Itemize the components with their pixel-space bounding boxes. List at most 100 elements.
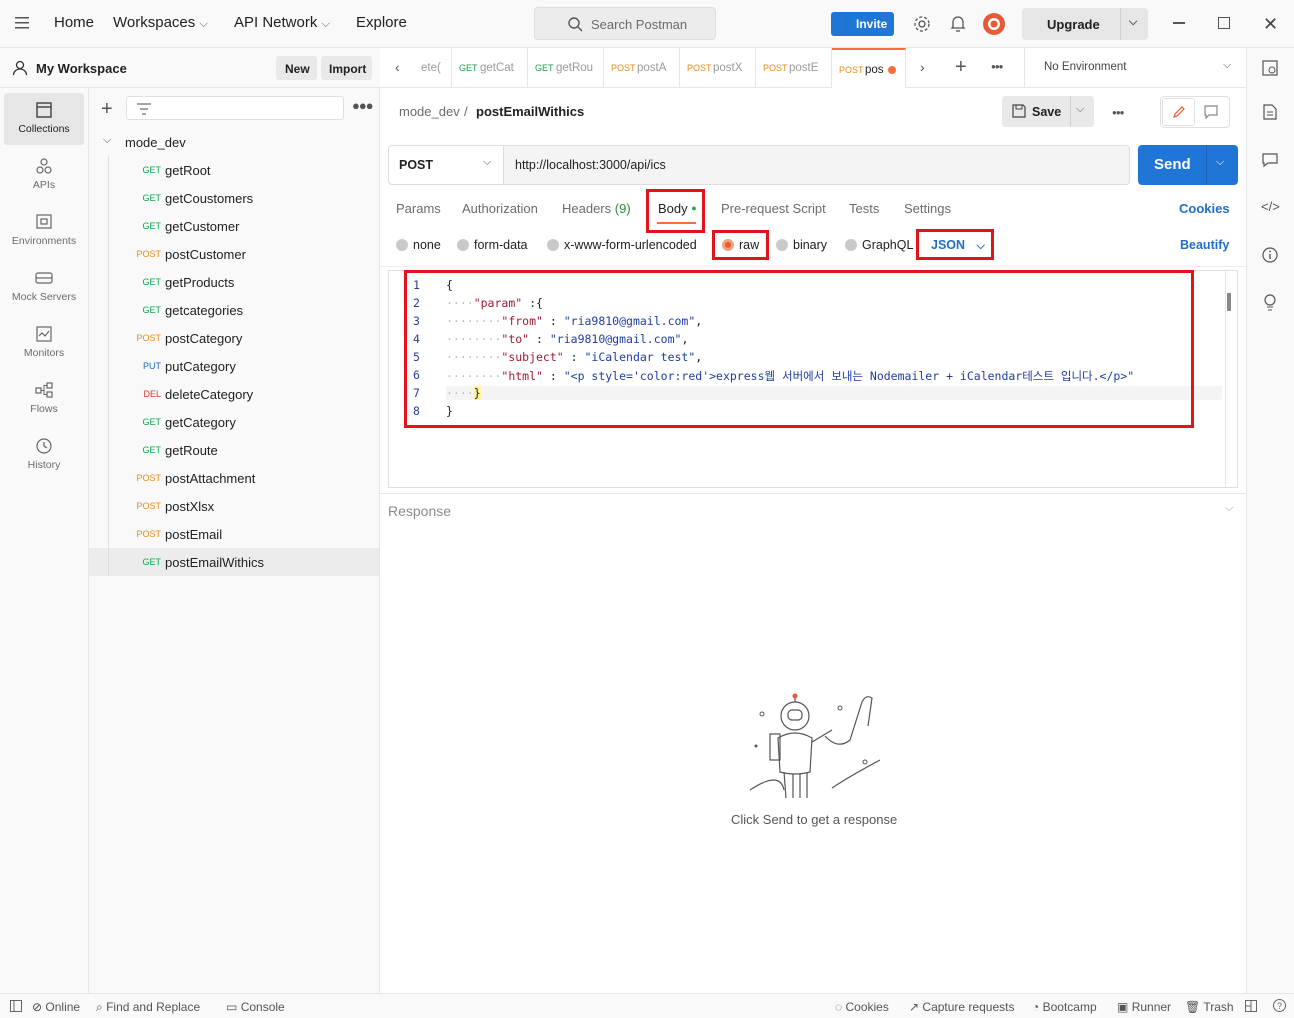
request-item[interactable]: GET getCoustomers — [89, 184, 379, 212]
help-icon[interactable]: ? — [1273, 999, 1286, 1012]
chevron-right-icon[interactable]: › — [920, 59, 925, 75]
edit-mode-button[interactable] — [1162, 98, 1195, 126]
chevron-down-icon[interactable]: ⌵ — [1076, 103, 1084, 116]
chevron-left-icon[interactable]: ‹ — [395, 59, 400, 75]
format-select[interactable]: JSON ⌵ — [931, 238, 985, 253]
capture-requests-button[interactable]: ↗ Capture requests — [909, 1000, 1014, 1014]
request-item[interactable]: GET getCustomer — [89, 212, 379, 240]
tab-settings[interactable]: Settings — [904, 201, 951, 216]
menu-icon[interactable] — [15, 16, 31, 30]
rail-environments[interactable]: Environments — [4, 205, 84, 257]
request-item[interactable]: GET getcategories — [89, 296, 379, 324]
search-bar[interactable]: Search Postman — [534, 7, 716, 40]
invite-button[interactable]: 👤 Invite — [831, 12, 894, 36]
console-button[interactable]: ▭ Console — [226, 1000, 285, 1014]
radio-graphql[interactable]: GraphQL — [845, 238, 913, 252]
radio-none[interactable]: none — [396, 238, 441, 252]
save-button[interactable]: Save ⌵ — [1002, 96, 1094, 127]
info-icon[interactable] — [1262, 247, 1278, 263]
request-item[interactable]: DEL deleteCategory — [89, 380, 379, 408]
rail-mock-servers[interactable]: Mock Servers — [4, 261, 84, 313]
editor-scrollbar[interactable] — [1227, 293, 1231, 311]
import-button[interactable]: Import — [321, 56, 372, 80]
breadcrumb-parent[interactable]: mode_dev — [399, 104, 460, 119]
request-tab[interactable]: ete( — [415, 48, 452, 88]
request-tab[interactable]: POST postX — [680, 48, 756, 88]
radio-raw[interactable]: raw — [722, 238, 759, 252]
runner-button[interactable]: ▣ Runner — [1117, 1000, 1171, 1014]
filter-input[interactable] — [126, 96, 344, 120]
request-item[interactable]: GET postEmailWithics — [89, 548, 379, 576]
chevron-down-icon[interactable]: ⌵ — [1223, 59, 1231, 72]
chevron-down-icon[interactable]: ⌵ — [1129, 16, 1137, 29]
url-input[interactable]: http://localhost:3000/api/ics — [515, 158, 666, 172]
code-icon[interactable]: </> — [1261, 199, 1280, 214]
find-and-replace[interactable]: ⌕ Find and Replace — [96, 1000, 200, 1015]
comment-mode-icon[interactable] — [1204, 105, 1218, 119]
close-icon[interactable]: ✕ — [1263, 14, 1278, 35]
new-tab-icon[interactable]: + — [955, 56, 967, 79]
documentation-icon[interactable] — [1263, 104, 1277, 120]
request-item[interactable]: GET getProducts — [89, 268, 379, 296]
lightbulb-icon[interactable] — [1263, 294, 1277, 312]
tab-headers[interactable]: Headers (9) — [562, 201, 631, 216]
request-tab[interactable]: GET getCat — [452, 48, 528, 88]
layout-icon[interactable] — [1245, 1000, 1257, 1012]
upgrade-button[interactable]: Upgrade ⌵ — [1022, 8, 1148, 40]
tabs-overflow-icon[interactable]: ●●● — [991, 62, 1003, 71]
rail-monitors[interactable]: Monitors — [4, 317, 84, 369]
request-item[interactable]: POST postEmail — [89, 520, 379, 548]
chevron-down-icon[interactable]: ⌵ — [1216, 156, 1224, 169]
new-button[interactable]: New — [276, 56, 317, 80]
request-tab[interactable]: POST postA — [604, 48, 680, 88]
request-item[interactable]: GET getRoot — [89, 156, 379, 184]
nav-home[interactable]: Home — [54, 14, 94, 31]
sidebar-toggle-icon[interactable] — [10, 1000, 22, 1012]
send-button[interactable]: Send ⌵ — [1138, 145, 1238, 185]
trash-button[interactable]: 🗑 Trash — [1185, 1000, 1234, 1014]
tab-params[interactable]: Params — [396, 201, 441, 216]
request-item[interactable]: POST postCustomer — [89, 240, 379, 268]
beautify-link[interactable]: Beautify — [1180, 238, 1229, 252]
environment-quicklook-icon[interactable] — [1262, 60, 1278, 76]
nav-explore[interactable]: Explore — [356, 14, 407, 31]
request-item[interactable]: GET getCategory — [89, 408, 379, 436]
chevron-down-icon[interactable]: ⌵ — [1225, 502, 1233, 515]
request-title[interactable]: postEmailWithics — [476, 104, 584, 119]
request-tab[interactable]: POST postE — [756, 48, 832, 88]
more-options-icon[interactable]: ●●● — [1112, 108, 1124, 117]
method-select[interactable]: POST ⌵ — [389, 146, 504, 184]
cookies-button[interactable]: ◌ Cookies — [835, 1000, 889, 1014]
more-options-icon[interactable]: ●●● — [352, 98, 374, 113]
request-item[interactable]: POST postAttachment — [89, 464, 379, 492]
workspace-name[interactable]: My Workspace — [36, 61, 127, 76]
request-item[interactable]: POST postXlsx — [89, 492, 379, 520]
maximize-icon[interactable] — [1218, 17, 1230, 29]
radio-form-data[interactable]: form-data — [457, 238, 528, 252]
online-status[interactable]: ⊘ Online — [32, 1000, 80, 1014]
rail-collections[interactable]: Collections — [4, 93, 84, 145]
rail-apis[interactable]: APIs — [4, 149, 84, 201]
tab-body[interactable]: Body ● — [658, 201, 697, 216]
request-tab[interactable]: POST pos — [832, 48, 906, 88]
notification-bell-icon[interactable] — [949, 14, 967, 33]
nav-api-network[interactable]: API Network ⌵ — [234, 14, 330, 31]
cookies-link[interactable]: Cookies — [1179, 201, 1230, 216]
comments-icon[interactable] — [1262, 152, 1278, 168]
request-item[interactable]: PUT putCategory — [89, 352, 379, 380]
tab-authorization[interactable]: Authorization — [462, 201, 538, 216]
rail-flows[interactable]: Flows — [4, 373, 84, 425]
rail-history[interactable]: History — [4, 429, 84, 481]
nav-workspaces[interactable]: Workspaces ⌵ — [113, 14, 208, 31]
request-item[interactable]: GET getRoute — [89, 436, 379, 464]
add-icon[interactable]: + — [101, 98, 113, 121]
bootcamp-button[interactable]: ◔ Bootcamp — [1032, 1000, 1097, 1014]
tab-pre-request-script[interactable]: Pre-request Script — [721, 201, 826, 216]
request-tab[interactable]: GET getRou — [528, 48, 604, 88]
radio-urlencoded[interactable]: x-www-form-urlencoded — [547, 238, 697, 252]
tab-tests[interactable]: Tests — [849, 201, 879, 216]
environment-select[interactable]: No Environment — [1044, 61, 1126, 73]
collection-folder[interactable]: ⌵ mode_dev — [89, 128, 379, 156]
request-item[interactable]: POST postCategory — [89, 324, 379, 352]
minimize-icon[interactable] — [1173, 22, 1185, 24]
